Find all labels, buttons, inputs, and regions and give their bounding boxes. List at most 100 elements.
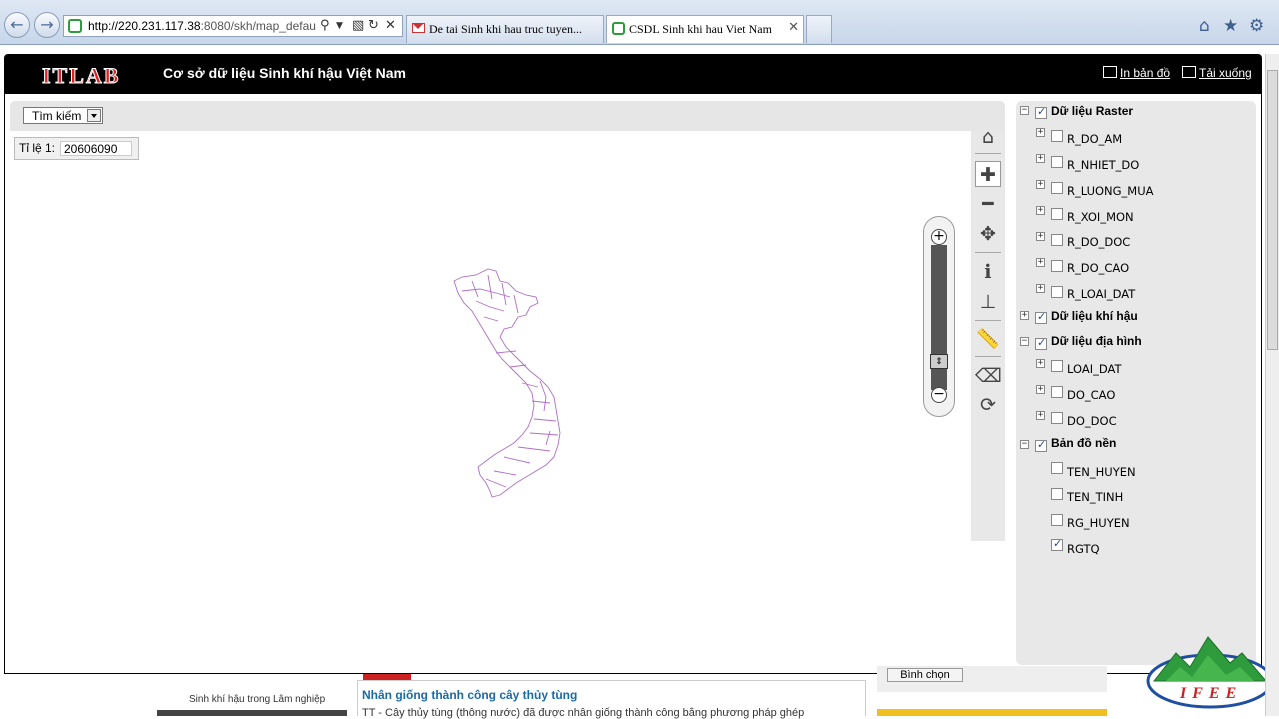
banner-caption: Sinh khí hậu trong Lâm nghiệp [189,694,326,705]
new-tab-button[interactable] [806,15,832,43]
layer-loai-dat[interactable]: LOAI_DAT [1067,362,1122,376]
tab-csdl[interactable]: CSDL Sinh khi hau Viet Nam ✕ [606,15,804,43]
zoom-handle[interactable]: ⇕ [930,354,948,369]
home-extent-icon[interactable]: ⌂ [975,124,1001,150]
divider [975,153,1001,154]
expand-icon[interactable]: + [1036,258,1045,267]
layer-checkbox[interactable] [1051,234,1063,246]
divider [975,252,1001,253]
layer-checkbox[interactable] [1051,360,1063,372]
clear-eraser-icon[interactable]: ⌫ [975,363,1002,389]
news-title-link[interactable]: Nhân giống thành công cây thủy tùng [362,688,577,702]
divider [975,320,1001,321]
layer-r-do-cao[interactable]: R_DO_CAO [1067,261,1129,275]
expand-icon[interactable]: + [1036,359,1045,368]
site-favicon-icon [612,22,625,35]
map-canvas[interactable] [10,131,971,671]
layer-checkbox[interactable] [1035,105,1047,119]
layer-group-raster[interactable]: Dữ liệu Raster [1051,104,1133,118]
expand-icon[interactable]: + [1036,232,1045,241]
page-title: Cơ sở dữ liệu Sinh khí hậu Việt Nam [163,65,406,81]
layer-checkbox[interactable] [1051,260,1063,272]
collapse-icon[interactable]: − [1020,337,1029,346]
chevron-down-icon[interactable] [87,109,101,122]
scrollbar-thumb[interactable] [1267,70,1278,350]
layer-r-luong-mua[interactable]: R_LUONG_MUA [1067,184,1154,198]
search-icon[interactable]: ⚲ [320,18,330,33]
layer-ten-huyen[interactable]: TEN_HUYEN [1067,465,1136,479]
dropdown-icon[interactable]: ▼ [336,21,343,31]
info-icon[interactable]: ℹ [975,259,1001,285]
layer-r-loai-dat[interactable]: R_LOAI_DAT [1067,287,1135,301]
layer-checkbox[interactable] [1051,286,1063,298]
back-button[interactable]: ← [4,12,30,38]
zoom-in-icon[interactable]: + [931,229,947,245]
zoom-out-icon[interactable]: − [931,387,947,403]
forestry-banner[interactable]: Sinh khí hậu trong Lâm nghiệp [157,674,347,716]
print-map-link[interactable]: In bản đồ [1120,66,1170,80]
layer-r-do-doc[interactable]: R_DO_DOC [1067,235,1130,249]
layer-checkbox[interactable] [1051,537,1063,551]
expand-icon[interactable]: + [1036,154,1045,163]
layer-r-nhiet-do[interactable]: R_NHIET_DO [1067,158,1139,172]
layer-checkbox[interactable] [1051,462,1063,474]
identify-icon[interactable]: ⊥ [975,289,1001,315]
layer-checkbox[interactable] [1035,336,1047,350]
layer-checkbox[interactable] [1051,488,1063,500]
favorites-star-icon[interactable]: ★ [1223,16,1238,36]
compat-view-icon[interactable]: ▧ [352,18,364,33]
collapse-icon[interactable]: − [1020,106,1029,115]
forward-button[interactable]: → [34,12,60,38]
measure-ruler-icon[interactable]: 📏 [975,326,1001,352]
layer-checkbox[interactable] [1051,182,1063,194]
tab-gmail[interactable]: De tai Sinh khi hau truc tuyen... [406,15,604,43]
layer-rg-huyen[interactable]: RG_HUYEN [1067,516,1130,530]
layer-group-khi-hau[interactable]: Dữ liệu khí hậu [1051,309,1138,323]
expand-icon[interactable]: + [1036,206,1045,215]
map-toolbar [10,101,1005,131]
layer-do-cao[interactable]: DO_CAO [1067,388,1115,402]
layer-group-ban-do-nen[interactable]: Bản đồ nền [1051,436,1116,450]
expand-icon[interactable]: + [1036,385,1045,394]
scale-input[interactable]: 20606090 [60,141,132,156]
vote-button[interactable]: Bình chọn [887,668,963,682]
zoom-out-tool-icon[interactable]: ━ [975,191,1001,217]
layer-checkbox[interactable] [1035,310,1047,324]
layer-checkbox[interactable] [1035,438,1047,452]
layer-do-doc[interactable]: DO_DOC [1067,414,1117,428]
yellow-banner [877,709,1107,716]
layer-rgtq[interactable]: RGTQ [1067,542,1100,556]
layer-checkbox[interactable] [1051,386,1063,398]
zoom-in-tool-icon[interactable]: ✚ [975,161,1001,187]
layer-checkbox[interactable] [1051,412,1063,424]
layer-checkbox[interactable] [1051,514,1063,526]
collapse-icon[interactable]: − [1020,440,1029,449]
scale-box: Tỉ lệ 1: 20606090 [14,137,139,160]
expand-icon[interactable]: + [1036,284,1045,293]
expand-icon[interactable]: + [1036,411,1045,420]
layer-group-dia-hinh[interactable]: Dữ liệu địa hình [1051,334,1142,348]
layer-r-do-am[interactable]: R_DO_AM [1067,132,1122,146]
refresh-icon[interactable]: ↻ [368,18,379,33]
gear-icon[interactable]: ⚙ [1249,16,1264,36]
expand-icon[interactable]: + [1036,128,1045,137]
address-url: http://220.231.117.38:8080/skh/map_defau [88,19,316,33]
refresh-map-icon[interactable]: ⟳ [975,392,1001,418]
layer-tree: − Dữ liệu Raster + R_DO_AM + R_NHIET_DO … [1016,101,1256,571]
pan-icon[interactable]: ✥ [975,221,1001,247]
expand-icon[interactable]: + [1036,180,1045,189]
layer-ten-tinh[interactable]: TEN_TINH [1067,490,1123,504]
expand-icon[interactable]: + [1020,311,1029,320]
download-icon [1182,66,1196,78]
search-select[interactable]: Tìm kiếm [23,107,103,124]
close-tab-icon[interactable]: ✕ [788,20,799,35]
home-icon[interactable]: ⌂ [1199,16,1210,36]
download-link[interactable]: Tải xuống [1199,66,1252,80]
address-bar[interactable]: http://220.231.117.38:8080/skh/map_defau… [63,15,403,37]
layer-r-xoi-mon[interactable]: R_XOI_MON [1067,210,1134,224]
layer-checkbox[interactable] [1051,208,1063,220]
layer-checkbox[interactable] [1051,156,1063,168]
layer-checkbox[interactable] [1051,130,1063,142]
page-scrollbar[interactable] [1265,54,1279,716]
stop-icon[interactable]: ✕ [385,18,396,33]
